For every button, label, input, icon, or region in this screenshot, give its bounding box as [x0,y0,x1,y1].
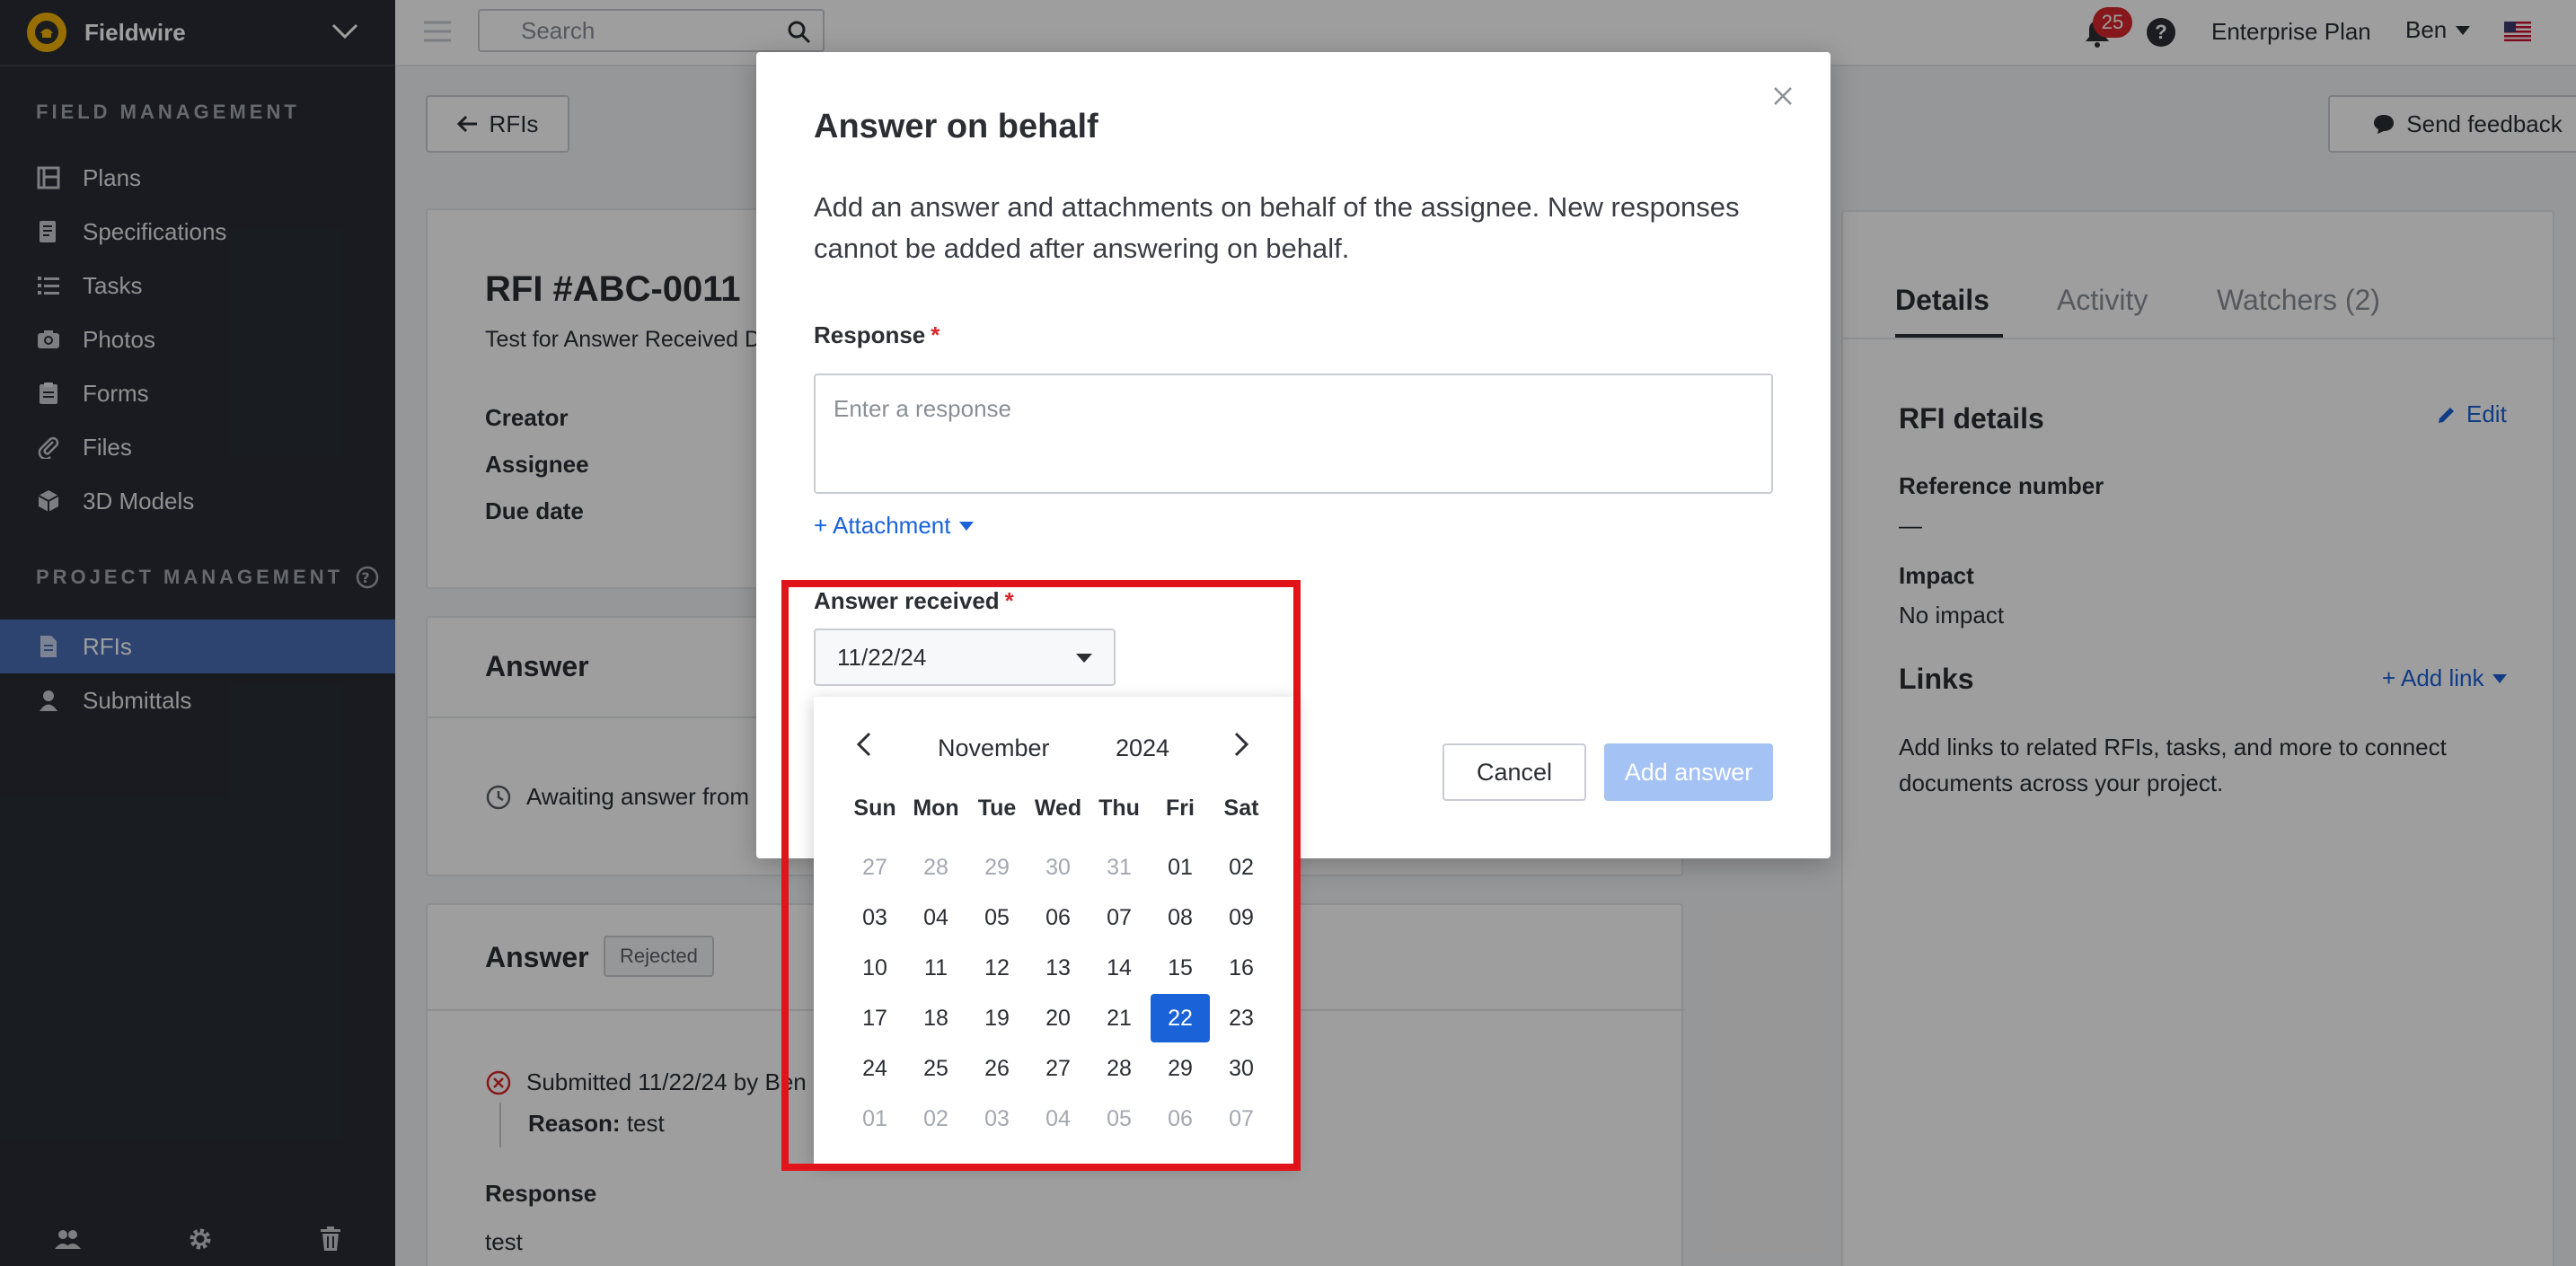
modal-description: Add an answer and attachments on behalf … [814,191,1740,264]
close-icon[interactable] [1773,86,1793,106]
response-textarea[interactable]: Enter a response [814,374,1773,494]
add-answer-button[interactable]: Add answer [1604,743,1773,801]
highlight-box [781,580,1301,1171]
attachment-button[interactable]: + Attachment [814,512,975,540]
response-label: Response * [814,321,940,348]
caret-down-icon [959,521,975,531]
modal-title: Answer on behalf [814,108,1098,145]
cancel-button[interactable]: Cancel [1442,743,1586,801]
